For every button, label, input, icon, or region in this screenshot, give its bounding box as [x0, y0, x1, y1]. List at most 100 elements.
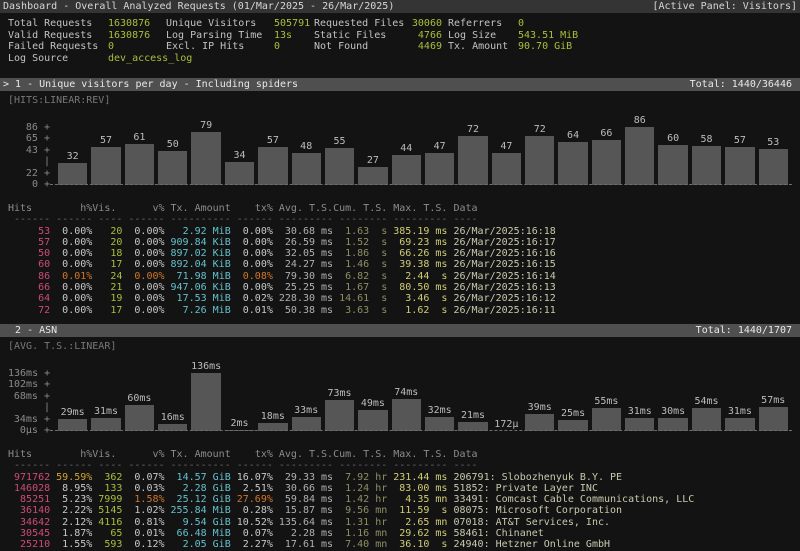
bar-value-label: 55 [313, 137, 366, 147]
bar-value-label: 136ms [179, 362, 232, 372]
summary-label: Log Parsing Time [166, 30, 274, 42]
table-cell: 17 [92, 305, 122, 316]
table-cell: 1.67 s [333, 282, 387, 293]
table-cell: 228.30 ms [273, 293, 333, 304]
table-cell: 2.27% [231, 539, 273, 550]
column-header: Avg. T.S. [273, 203, 333, 214]
table-cell: 1.87% [50, 528, 92, 539]
table-row[interactable]: 346422.12%41160.81%9.54 GiB10.52%135.64 … [8, 517, 800, 528]
summary-label: Valid Requests [8, 30, 108, 42]
summary-row: Valid Requests1630876Log Parsing Time13s… [8, 30, 800, 42]
table-cell: 7999 [92, 494, 122, 505]
table-row[interactable]: 97176259.59%3620.07%14.57 GiB16.07% 29.3… [8, 472, 800, 483]
dashboard-title: Dashboard - Overall Analyzed Requests (0… [3, 1, 394, 12]
column-separator: ------ [231, 214, 273, 225]
table-cell: 15.87 ms [273, 505, 333, 516]
bar-value-label: 73ms [313, 389, 366, 399]
column-separator: ------ [50, 460, 92, 471]
table-cell: 0.12% [122, 539, 164, 550]
table-cell: 50.38 ms [273, 305, 333, 316]
summary-label: Log Source [8, 53, 108, 65]
table-cell: 60 [8, 259, 50, 270]
panel-header-asn[interactable]: 2 - ASN Total: 1440/1707 [0, 324, 800, 337]
table-cell: 0.00% [122, 226, 164, 237]
table-cell: 0.00% [50, 237, 92, 248]
table-cell: 36.10 s [387, 539, 447, 550]
table-cell: 4116 [92, 517, 122, 528]
table-cell: 24.27 ms [273, 259, 333, 270]
table-cell: 0.81% [122, 517, 164, 528]
table-row[interactable]: 570.00%200.00%909.84 KiB0.00% 26.59 ms 1… [8, 237, 800, 248]
bar-value-label: 53 [747, 138, 800, 148]
bar: 61 [125, 144, 154, 185]
axis-tick-label: 34ms + [8, 414, 50, 425]
table-cell: 85251 [8, 494, 50, 505]
table-cell: 0.01% [231, 305, 273, 316]
column-separator: ---- [447, 214, 800, 225]
table-cell: 0.00% [231, 259, 273, 270]
table-row[interactable]: 600.00%170.00%892.04 KiB0.00% 24.27 ms 1… [8, 259, 800, 270]
table-row[interactable]: 1460288.95%1330.03%2.28 GiB2.51% 30.66 m… [8, 483, 800, 494]
table-cell: 0.07% [122, 472, 164, 483]
column-header: Avg. T.S. [273, 449, 333, 460]
table-cell: 65 [92, 528, 122, 539]
column-separator: --------- [387, 214, 447, 225]
table-cell: 385.19 ms [387, 226, 447, 237]
table-cell: 2.28 GiB [165, 483, 231, 494]
axis-tick-label: 43 + [8, 145, 50, 156]
bar: 34 [225, 162, 254, 185]
table-row[interactable]: 860.01%240.00%71.98 MiB0.08% 79.30 ms 6.… [8, 271, 800, 282]
table-cell: 1.42 hr [333, 494, 387, 505]
table-cell: 24 [92, 271, 122, 282]
column-separator: --------- [387, 460, 447, 471]
table-row[interactable]: 640.00%190.00%17.53 MiB0.02%228.30 ms 14… [8, 293, 800, 304]
table-row[interactable]: 252101.55%5930.12%2.05 GiB2.27% 17.61 ms… [8, 539, 800, 550]
column-header: v% [122, 449, 164, 460]
column-separator: ---- [92, 460, 122, 471]
chart-baseline [50, 430, 792, 431]
column-header: Vis. [92, 449, 122, 460]
table-row[interactable]: 660.00%210.00%947.06 KiB0.00% 25.25 ms 1… [8, 282, 800, 293]
table-cell: 3.46 s [387, 293, 447, 304]
table-row[interactable]: 852515.23%79991.58%25.12 GiB27.69% 59.84… [8, 494, 800, 505]
axis-tick-label: 86 + [8, 122, 50, 133]
summary-label: Tx. Amount [442, 41, 518, 53]
table-row[interactable]: 530.00%200.00%2.92 MiB0.00% 30.68 ms 1.6… [8, 226, 800, 237]
bar: 32 [58, 163, 87, 185]
chart-scale-label: [HITS:LINEAR:REV] [8, 95, 792, 106]
panel-header-visitors[interactable]: > 1 - Unique visitors per day - Includin… [0, 78, 800, 91]
table-row[interactable]: 361402.22%51451.02%255.84 MiB0.28% 15.87… [8, 505, 800, 516]
column-header: v% [122, 203, 164, 214]
table-cell: 0.00% [50, 226, 92, 237]
table-cell: 135.64 ms [273, 517, 333, 528]
summary-value: 0 [108, 41, 166, 53]
table-cell: 1.52 s [333, 237, 387, 248]
table-cell: 34642 [8, 517, 50, 528]
summary-label: Referrers [442, 18, 518, 30]
column-header: Cum. T.S. [333, 203, 387, 214]
table-cell: 0.00% [50, 293, 92, 304]
bar-value-label: 60ms [113, 394, 166, 404]
column-separator: -------- [333, 214, 387, 225]
bar: 49ms [358, 410, 387, 431]
summary-value: 30060 [406, 18, 442, 30]
table-cell: 20 [92, 226, 122, 237]
visitors-chart: [HITS:LINEAR:REV] 86 +65 +43 +|22 +0 + 3… [8, 95, 792, 185]
column-separator: ---------- [165, 460, 231, 471]
table-row[interactable]: 305451.87%650.01%66.48 MiB0.07% 2.28 ms … [8, 528, 800, 539]
table-cell: 1.16 mn [333, 528, 387, 539]
table-header-row: Hitsh%Vis.v%Tx. Amounttx%Avg. T.S.Cum. T… [8, 203, 800, 214]
summary-label: Log Size [442, 30, 518, 42]
bar: 60 [658, 145, 687, 185]
table-cell: 20 [92, 237, 122, 248]
summary-value: 543.51 MiB [518, 30, 800, 42]
bar: 57ms [759, 407, 788, 431]
summary-label: Requested Files [314, 18, 406, 30]
column-separator: ------ [50, 214, 92, 225]
table-cell: 9.56 mn [333, 505, 387, 516]
chart-bars: 3257615079345748552744477247726466866058… [58, 108, 788, 185]
table-cell: 1.63 s [333, 226, 387, 237]
column-separator: ---- [92, 214, 122, 225]
table-row[interactable]: 720.00%170.00%7.26 MiB0.01% 50.38 ms 3.6… [8, 305, 800, 316]
table-row[interactable]: 500.00%180.00%897.02 KiB0.00% 32.05 ms 1… [8, 248, 800, 259]
